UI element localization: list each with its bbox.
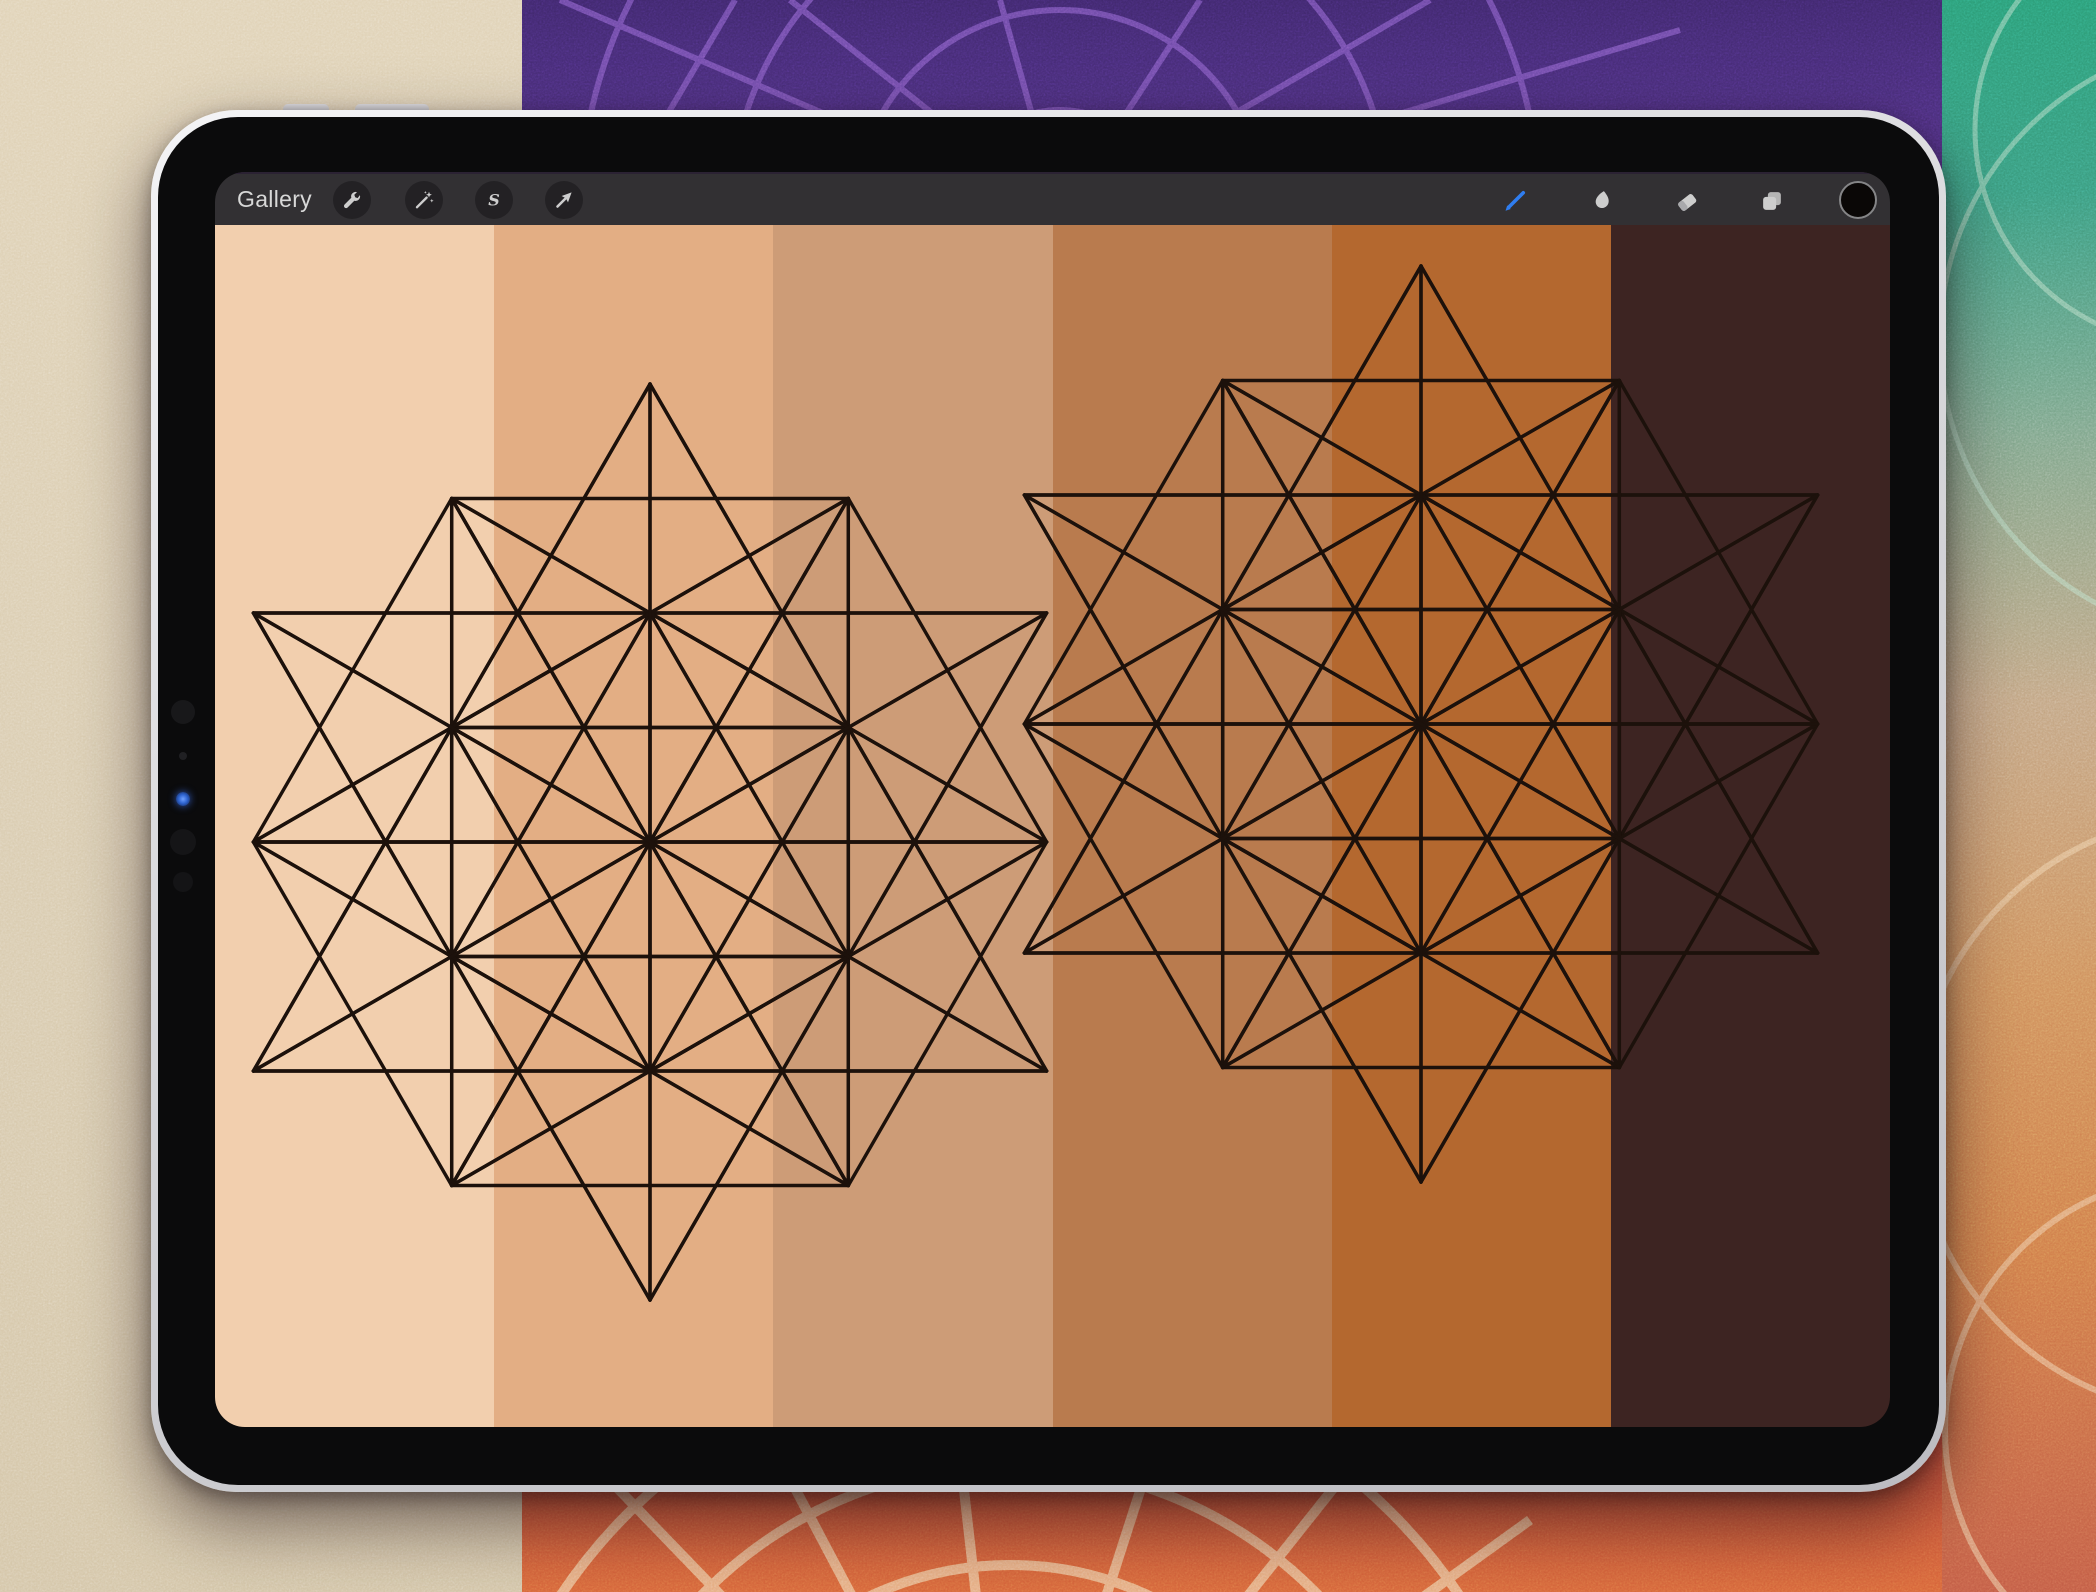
camera-sensor-dot xyxy=(173,872,193,892)
artwork-pattern-svg xyxy=(215,172,1890,1374)
ipad-body: Gallery S xyxy=(151,110,1946,1492)
camera-indicator-light xyxy=(176,792,190,806)
camera-lens-icon xyxy=(171,700,195,724)
camera-sensor-dot xyxy=(179,752,187,760)
camera-lens-icon xyxy=(170,829,196,855)
procreate-screen: Gallery S xyxy=(215,172,1890,1427)
tetrahedron-grid-figure xyxy=(1024,266,1817,1182)
photo-of-ipad-running-procreate: { "app": { "name_hint": "Procreate paint… xyxy=(0,0,2096,1592)
backdrop-teal-orange-panel xyxy=(1942,0,2096,1592)
tetrahedron-grid-figure xyxy=(253,384,1046,1300)
